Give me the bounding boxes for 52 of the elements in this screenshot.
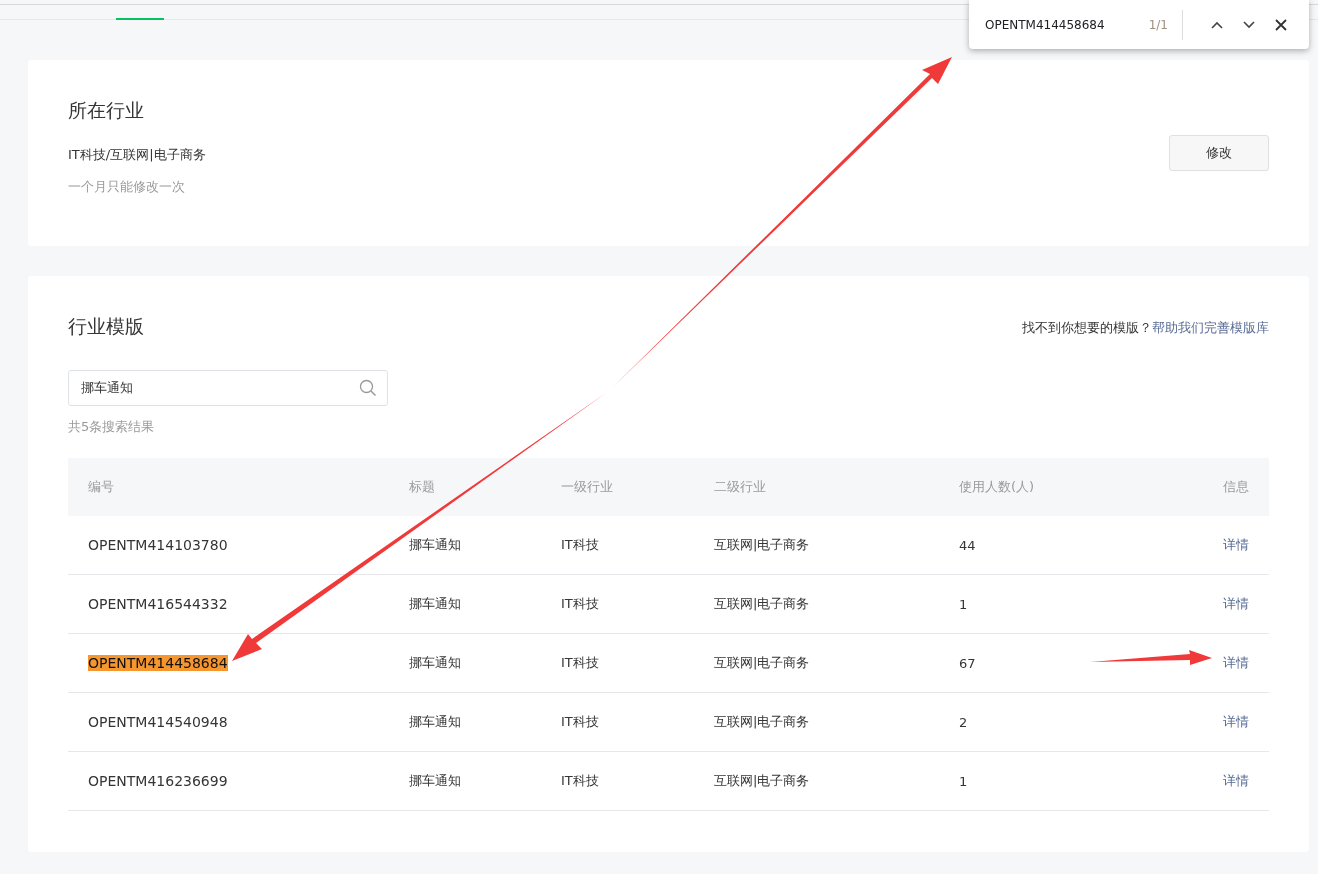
table-cell: 挪车通知 — [409, 713, 461, 731]
table-cell: OPENTM414103780 — [88, 537, 228, 553]
table-cell: 67 — [959, 655, 976, 671]
chevron-down-icon — [1243, 20, 1255, 29]
column-header: 信息 — [1223, 478, 1249, 496]
search-field[interactable]: 挪车通知 — [68, 370, 388, 406]
table-cell: 挪车通知 — [409, 536, 461, 554]
help-link[interactable]: 帮助我们完善模版库 — [1152, 320, 1269, 335]
section-title: 行业模版 — [68, 314, 144, 339]
table-cell: IT科技 — [561, 595, 599, 613]
details-link[interactable]: 详情 — [1223, 536, 1249, 554]
search-input[interactable]: 挪车通知 — [79, 379, 359, 397]
table-cell: 挪车通知 — [409, 772, 461, 790]
details-link[interactable]: 详情 — [1223, 713, 1249, 731]
edit-button[interactable]: 修改 — [1169, 135, 1269, 171]
result-count: 共5条搜索结果 — [68, 418, 156, 436]
details-link[interactable]: 详情 — [1223, 595, 1249, 613]
table-cell: IT科技 — [561, 713, 599, 731]
table-cell: IT科技 — [561, 772, 599, 790]
column-header: 标题 — [409, 478, 435, 496]
tab-indicator — [116, 18, 164, 20]
details-link[interactable]: 详情 — [1223, 654, 1249, 672]
table-cell: 挪车通知 — [409, 654, 461, 672]
column-header: 一级行业 — [561, 478, 613, 496]
column-header: 使用人数(人) — [959, 478, 1035, 496]
table-cell: 互联网|电子商务 — [714, 536, 810, 554]
table-cell: 互联网|电子商务 — [714, 772, 810, 790]
search-icon — [359, 379, 377, 397]
industry-value: IT科技/互联网|电子商务 — [68, 146, 206, 164]
table-cell: 44 — [959, 537, 976, 553]
table-cell: 1 — [959, 596, 968, 612]
section-title: 所在行业 — [68, 98, 145, 123]
find-query[interactable]: OPENTM414458684 — [985, 17, 1149, 32]
table-cell: 互联网|电子商务 — [714, 713, 810, 731]
table-cell: 挪车通知 — [409, 595, 461, 613]
match-count: 1/1 — [1148, 9, 1183, 40]
chevron-up-icon — [1211, 20, 1223, 29]
details-link[interactable]: 详情 — [1223, 772, 1249, 790]
table-cell: 互联网|电子商务 — [714, 595, 810, 613]
column-header: 二级行业 — [714, 478, 766, 496]
table-cell: OPENTM416236699 — [88, 773, 228, 789]
table-cell: 互联网|电子商务 — [714, 654, 810, 672]
table-cell: 1 — [959, 773, 968, 789]
table-cell: OPENTM414540948 — [88, 714, 228, 730]
close-icon — [1275, 18, 1287, 31]
table-cell: OPENTM414458684 — [88, 655, 228, 671]
table-cell: 2 — [959, 714, 968, 730]
help-text: 找不到你想要的模版？ — [1022, 320, 1152, 335]
column-header: 编号 — [88, 478, 114, 496]
table-cell: IT科技 — [561, 654, 599, 672]
table-cell: IT科技 — [561, 536, 599, 554]
table-cell: OPENTM416544332 — [88, 596, 228, 612]
